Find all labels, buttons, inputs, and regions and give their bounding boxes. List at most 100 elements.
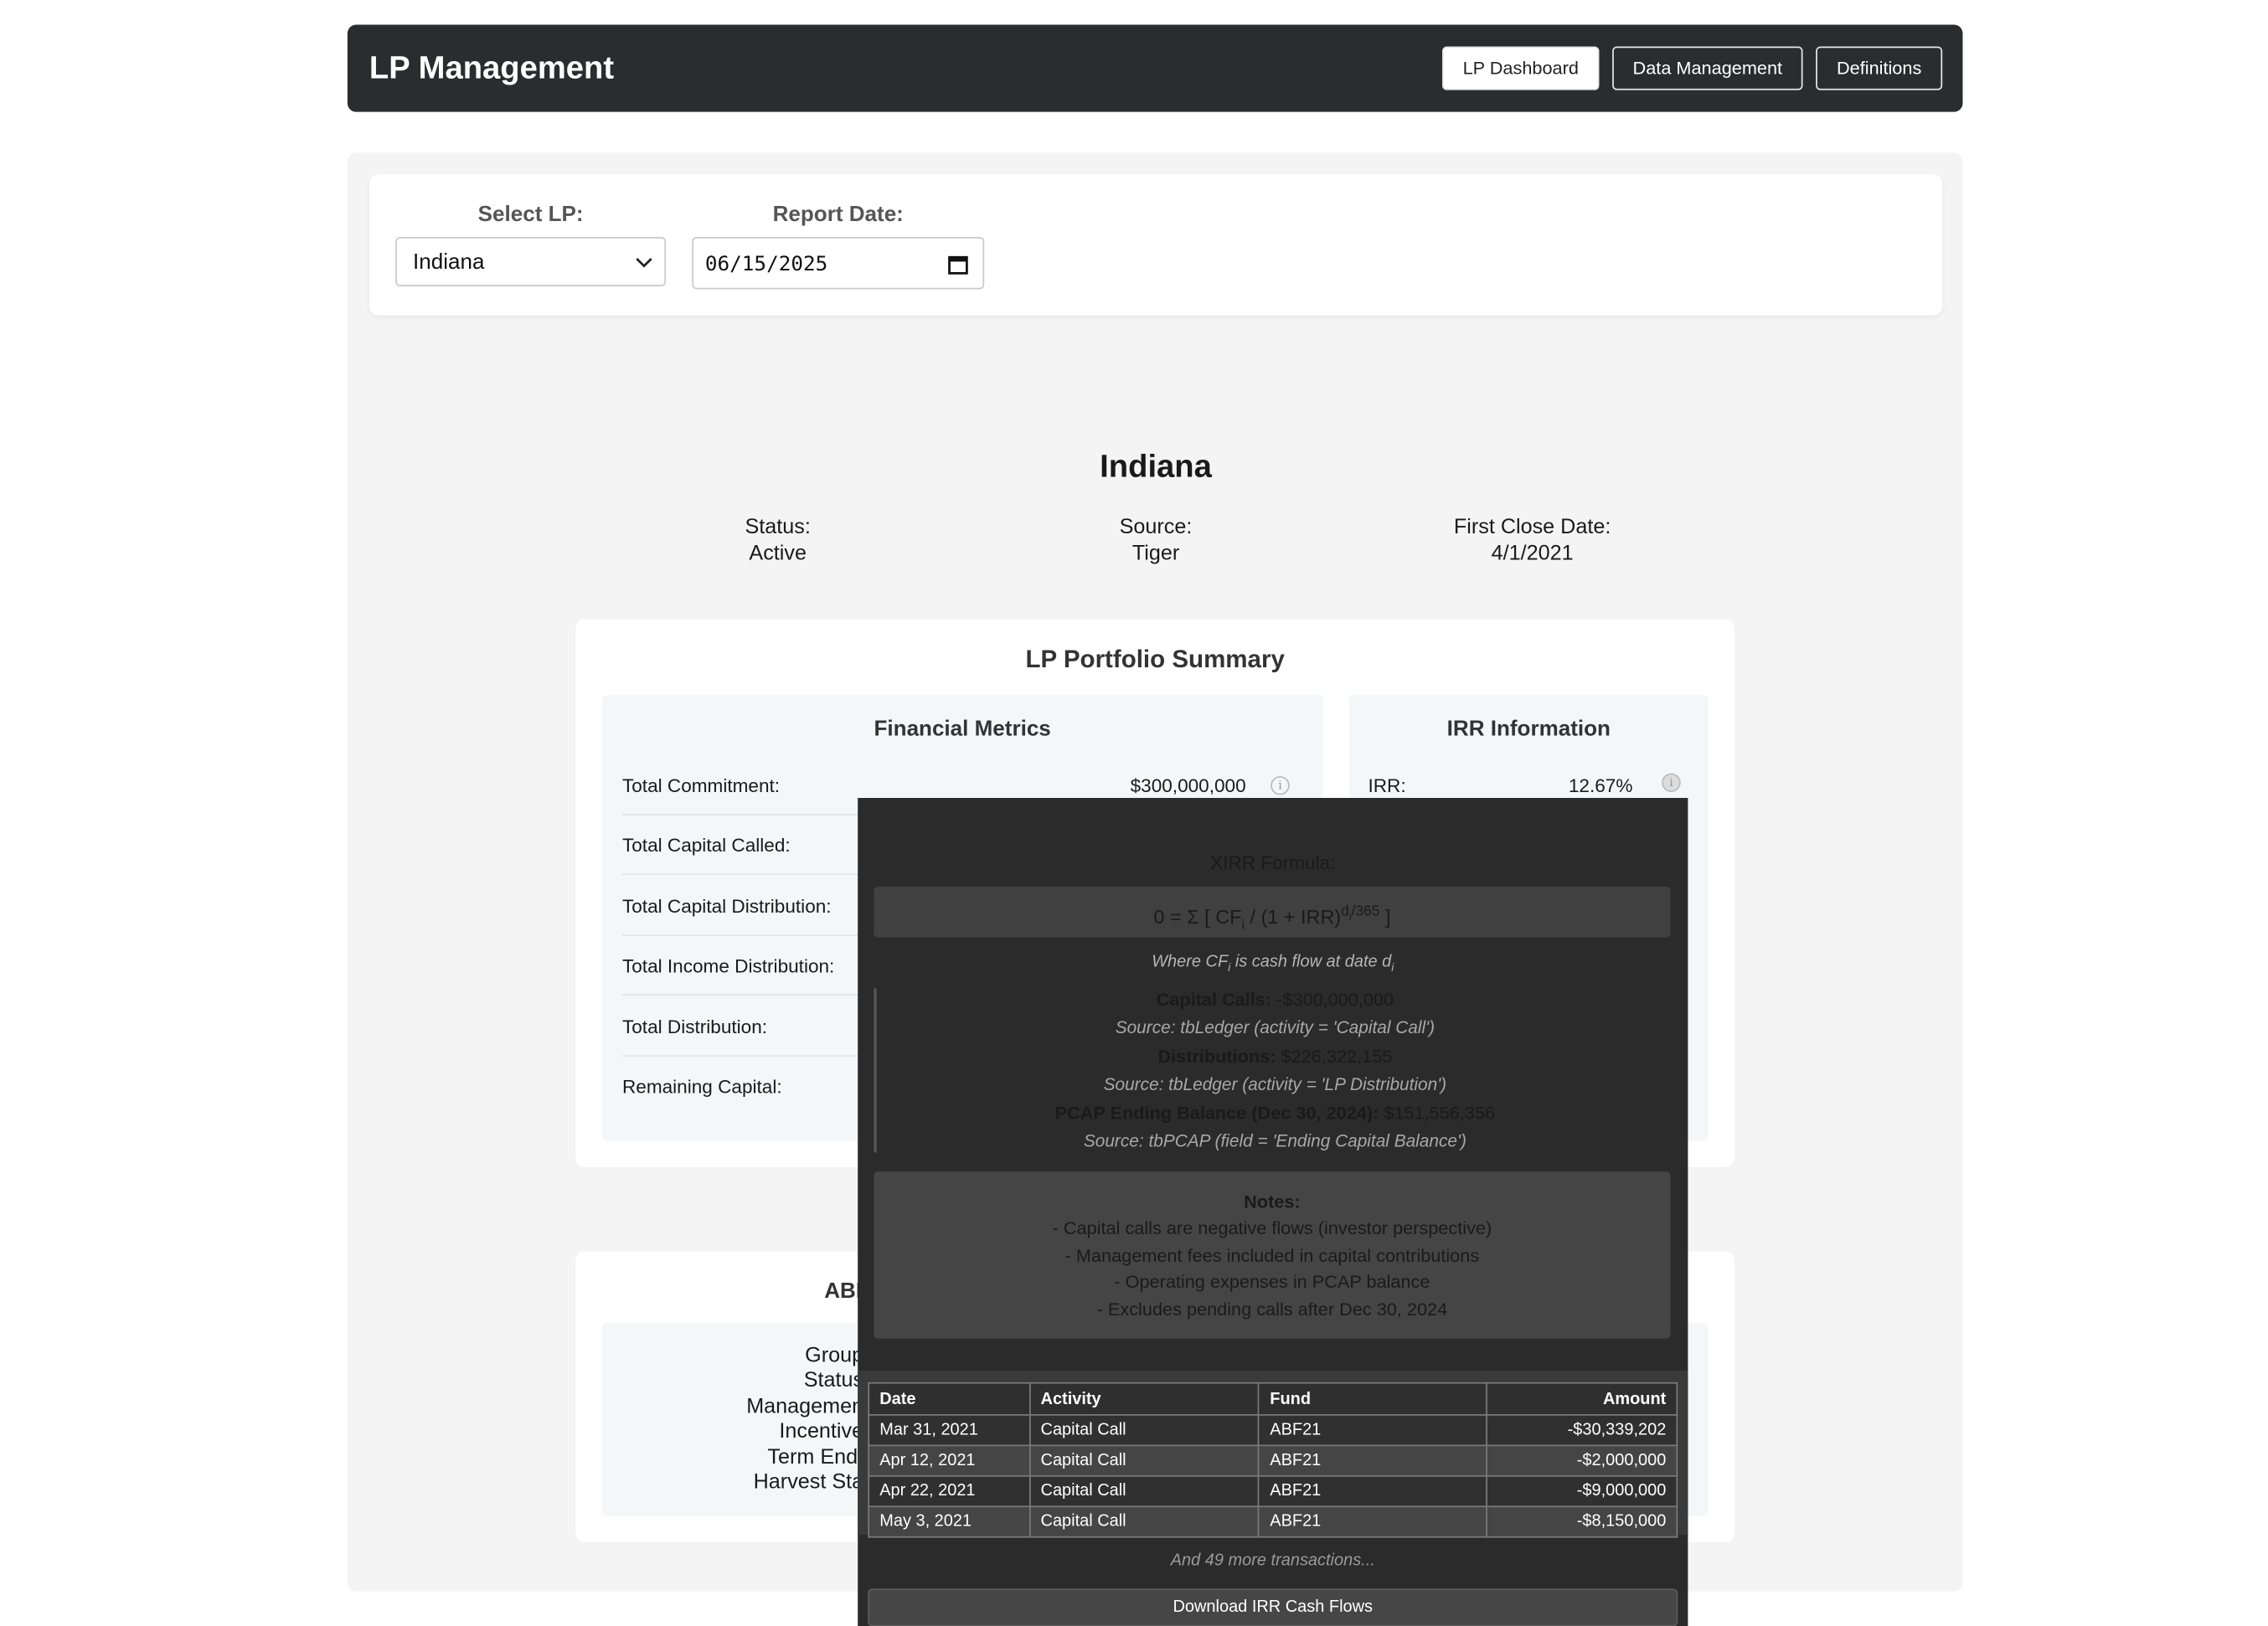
lp-status: Status: Active <box>632 516 923 567</box>
info-icon[interactable]: i <box>1271 775 1290 795</box>
lp-source: Source: Tiger <box>1010 516 1301 567</box>
formula-part: / (1 + IRR) <box>1244 906 1342 929</box>
column-header: Date <box>868 1382 1031 1416</box>
top-navbar: LP Management LP Dashboard Data Manageme… <box>347 24 1963 112</box>
column-header: Activity <box>1028 1382 1260 1416</box>
formula-part: 0 = Σ [ CF <box>1153 906 1242 929</box>
formula-sup: d <box>1341 903 1349 920</box>
lp-select-value: Indiana <box>412 250 485 275</box>
first-close-value: 4/1/2021 <box>1491 541 1574 565</box>
distributions-label: Distributions: <box>1157 1046 1276 1068</box>
status-value: Active <box>749 541 807 565</box>
fund-detail-line: Managemen <box>746 1395 864 1418</box>
nav-lp-dashboard-button[interactable]: LP Dashboard <box>1442 46 1600 90</box>
lp-select[interactable]: Indiana <box>395 236 667 286</box>
calendar-icon[interactable] <box>948 255 968 275</box>
pcap-label: PCAP Ending Balance (Dec 30, 2024): <box>1054 1103 1379 1124</box>
nav-data-management-button[interactable]: Data Management <box>1612 46 1803 90</box>
metric-label: Total Distribution: <box>621 1016 768 1038</box>
table-row: Mar 31, 2021 Capital Call ABF21 -$30,339… <box>868 1414 1678 1447</box>
report-date-value: 06/15/2025 <box>704 253 828 276</box>
source-value: Tiger <box>1131 541 1180 565</box>
lp-first-close: First Close Date: 4/1/2021 <box>1387 516 1678 567</box>
note-item: - Capital calls are negative flows (inve… <box>1052 1217 1492 1238</box>
notes-title: Notes: <box>1244 1191 1301 1212</box>
formula-part: ] <box>1379 906 1391 929</box>
where-text: Where CF <box>1152 953 1229 971</box>
note-item: - Management fees included in capital co… <box>1064 1245 1480 1266</box>
pcap-line: PCAP Ending Balance (Dec 30, 2024): $151… <box>877 1104 1673 1124</box>
table-cell: Capital Call <box>1028 1444 1260 1477</box>
table-cell: -$8,150,000 <box>1486 1505 1678 1538</box>
capital-calls-line: Capital Calls: -$300,000,000 <box>877 990 1673 1010</box>
cash-flow-table: Date Activity Fund Amount Mar 31, 2021 C… <box>868 1382 1678 1538</box>
distributions-value: $226,322,155 <box>1281 1046 1393 1068</box>
metric-label: Total Income Distribution: <box>621 955 835 977</box>
capital-calls-label: Capital Calls: <box>1156 990 1272 1011</box>
column-header: Amount <box>1486 1382 1678 1416</box>
fund-detail-line: Status <box>803 1369 864 1393</box>
first-close-label: First Close Date: <box>1453 516 1611 540</box>
table-cell: Mar 31, 2021 <box>868 1414 1031 1447</box>
irr-notes: Notes: - Capital calls are negative flow… <box>874 1171 1671 1339</box>
xirr-formula: 0 = Σ [ CFi / (1 + IRR)di/365 ] <box>874 886 1671 938</box>
nav-definitions-button[interactable]: Definitions <box>1816 46 1943 90</box>
irr-information-title: IRR Information <box>1446 716 1611 742</box>
note-item: - Excludes pending calls after Dec 30, 2… <box>1096 1299 1448 1320</box>
fund-detail-labels: Group Status Managemen Incentive Term En… <box>602 1345 863 1496</box>
table-cell: ABF21 <box>1258 1474 1488 1508</box>
table-row: Apr 12, 2021 Capital Call ABF21 -$2,000,… <box>868 1444 1678 1477</box>
app-title: LP Management <box>369 49 615 86</box>
irr-row: IRR: 12.67% i <box>1368 768 1684 803</box>
column-header: Fund <box>1258 1382 1488 1416</box>
fund-detail-line: Incentive <box>779 1420 864 1444</box>
table-cell: Capital Call <box>1028 1505 1260 1538</box>
table-cell: Capital Call <box>1028 1414 1260 1447</box>
note-item: - Operating expenses in PCAP balance <box>1114 1271 1430 1293</box>
download-irr-cash-flows-button[interactable]: Download IRR Cash Flows <box>868 1588 1678 1626</box>
xirr-formula-heading: XIRR Formula: <box>1210 852 1336 874</box>
report-date-label: Report Date: <box>772 202 904 227</box>
metric-label: Remaining Capital: <box>621 1075 782 1098</box>
table-cell: -$9,000,000 <box>1486 1474 1678 1508</box>
source-label: Source: <box>1119 516 1193 540</box>
fund-detail-line: Group <box>805 1344 864 1368</box>
portfolio-summary-title: LP Portfolio Summary <box>1025 645 1285 673</box>
status-label: Status: <box>745 516 811 540</box>
financial-metrics-title: Financial Metrics <box>874 716 1051 742</box>
table-cell: Capital Call <box>1028 1474 1260 1508</box>
table-cell: ABF21 <box>1258 1505 1488 1538</box>
table-row: Apr 22, 2021 Capital Call ABF21 -$9,000,… <box>868 1474 1678 1508</box>
formula-where-note: Where CFi is cash flow at date di <box>858 954 1688 975</box>
capital-calls-source: Source: tbLedger (activity = 'Capital Ca… <box>1115 1017 1436 1038</box>
fund-card-title: ABI <box>824 1279 863 1304</box>
more-transactions-note: And 49 more transactions... <box>1170 1551 1375 1570</box>
irr-value: 12.67% <box>1568 774 1633 797</box>
pcap-source: Source: tbPCAP (field = 'Ending Capital … <box>1083 1130 1466 1151</box>
table-cell: May 3, 2021 <box>868 1505 1031 1538</box>
table-cell: Apr 12, 2021 <box>868 1444 1031 1477</box>
chevron-down-icon <box>636 258 652 268</box>
metric-label: Total Commitment: <box>621 774 781 797</box>
table-cell: ABF21 <box>1258 1444 1488 1477</box>
distributions-source: Source: tbLedger (activity = 'LP Distrib… <box>1103 1073 1447 1095</box>
table-header-row: Date Activity Fund Amount <box>868 1382 1678 1416</box>
irr-sources: Capital Calls: -$300,000,000 Source: tbL… <box>874 988 1673 1153</box>
irr-info-icon[interactable]: i <box>1662 773 1681 793</box>
table-cell: -$2,000,000 <box>1486 1444 1678 1477</box>
table-cell: ABF21 <box>1258 1414 1488 1447</box>
lp-name-heading: Indiana <box>1100 447 1212 485</box>
fund-detail-line: Term End: <box>767 1445 864 1469</box>
metric-label: Total Capital Distribution: <box>621 895 832 918</box>
distributions-line: Distributions: $226,322,155 <box>877 1047 1673 1067</box>
table-row: May 3, 2021 Capital Call ABF21 -$8,150,0… <box>868 1505 1678 1538</box>
select-lp-label: Select LP: <box>477 202 584 227</box>
table-cell: -$30,339,202 <box>1486 1414 1678 1447</box>
where-sub: i <box>1391 960 1394 975</box>
metric-label: Total Capital Called: <box>621 834 791 857</box>
formula-sup: /365 <box>1351 903 1380 920</box>
table-cell: Apr 22, 2021 <box>868 1474 1031 1508</box>
report-date-input[interactable]: 06/15/2025 <box>692 236 985 290</box>
where-text: is cash flow at date d <box>1230 953 1392 971</box>
irr-label: IRR: <box>1368 774 1406 797</box>
